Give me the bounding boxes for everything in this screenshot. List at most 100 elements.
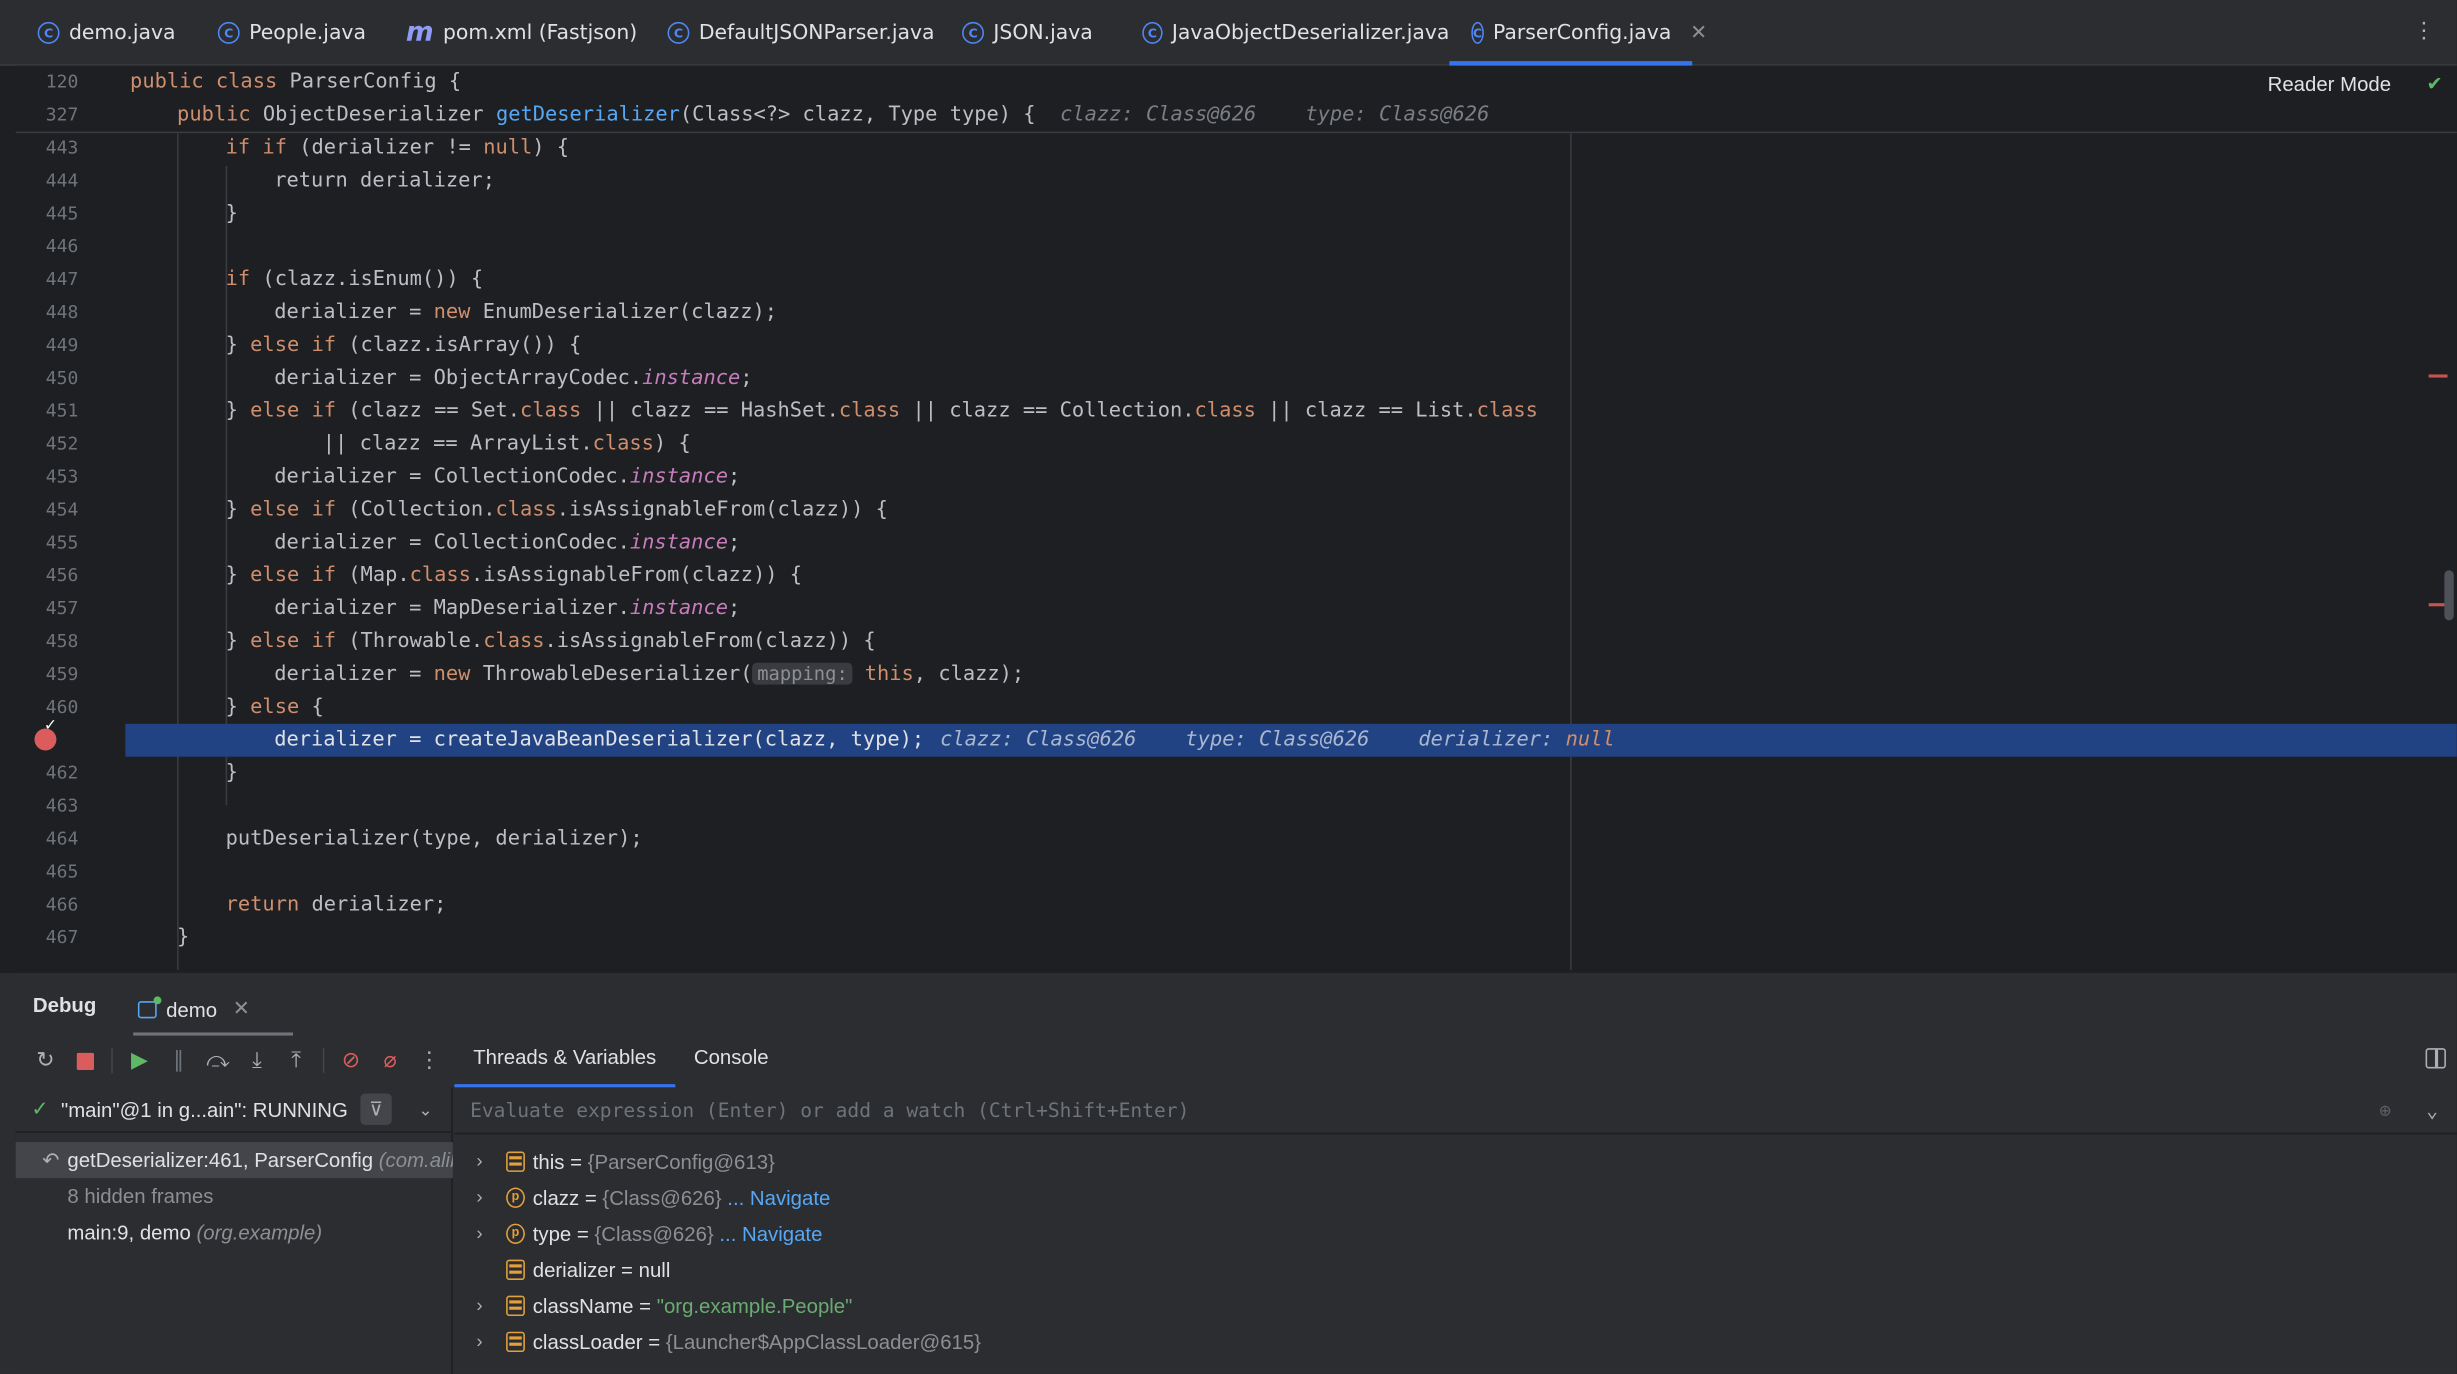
tab-label: JavaObjectDeserializer.java bbox=[1171, 21, 1450, 45]
code-line: 458} else if (Throwable.class.isAssignab… bbox=[45, 629, 876, 654]
class-icon: C bbox=[962, 21, 985, 44]
stack-frame[interactable]: ↶ getDeserializer:461, ParserConfig (com.… bbox=[15, 1142, 453, 1179]
error-stripe-mark[interactable] bbox=[2428, 374, 2448, 378]
more-options-icon[interactable]: ⋮ bbox=[417, 1048, 442, 1073]
expand-icon: › bbox=[476, 1222, 483, 1244]
evaluate-expression-input[interactable]: Evaluate expression (Enter) or add a wat… bbox=[454, 1087, 2457, 1135]
navigate-link: ... Navigate bbox=[719, 1222, 823, 1246]
tab-label: People.java bbox=[249, 21, 366, 45]
expand-icon: › bbox=[476, 1185, 483, 1208]
expand-icon: › bbox=[476, 1330, 483, 1353]
field-icon bbox=[506, 1295, 525, 1317]
code-line: 448 derializer = new EnumDeserializer(cla… bbox=[45, 300, 778, 325]
code-line: 444 return derializer; bbox=[45, 169, 495, 193]
tab-label: ParserConfig.java bbox=[1493, 21, 1672, 45]
parameter-icon: p bbox=[506, 1223, 525, 1244]
return-arrow-icon: ↶ bbox=[42, 1148, 60, 1172]
close-icon[interactable]: ✕ bbox=[233, 996, 250, 1021]
code-line: 446 bbox=[45, 235, 79, 257]
code-line: 459 derializer = new ThrowableDeserialize… bbox=[45, 662, 1025, 687]
divider bbox=[111, 1048, 113, 1074]
frames-panel: ✓ "main"@1 in g...ain": RUNNING ⊽ ⌄ ↶ get… bbox=[15, 1087, 453, 1374]
editor-scrollbar[interactable] bbox=[2444, 570, 2454, 621]
close-icon[interactable]: ✕ bbox=[1690, 21, 1707, 45]
tab-console[interactable]: Console bbox=[694, 1045, 769, 1069]
view-breakpoints-icon[interactable]: ⊘ bbox=[338, 1048, 363, 1073]
stop-icon[interactable] bbox=[72, 1048, 97, 1073]
code-line: 449} else if (clazz.isArray()) { bbox=[45, 333, 582, 358]
code-line: 447 if (clazz.isEnum()) { bbox=[45, 267, 484, 292]
expand-icon: › bbox=[476, 1149, 483, 1172]
filter-icon[interactable]: ⊽ bbox=[360, 1093, 392, 1125]
tab-json-java[interactable]: C JSON.java bbox=[940, 0, 1120, 66]
code-line: 456} else if (Map.class.isAssignableFrom… bbox=[45, 564, 803, 588]
code-line: 120 public class ParserConfig { bbox=[45, 70, 462, 95]
debug-subtabs: Threads & Variables Console bbox=[454, 1045, 769, 1088]
sticky-scope-header: 120 public class ParserConfig { 327 public… bbox=[15, 65, 2457, 134]
class-icon: C bbox=[667, 21, 690, 44]
code-line: 466 return derializer; bbox=[45, 893, 447, 917]
tab-label: demo.java bbox=[68, 21, 176, 45]
code-line: 464 putDeserializer(type, derializer); bbox=[45, 827, 643, 851]
code-line: 451} else if (clazz == Set.class || claz… bbox=[45, 399, 1538, 424]
code-line: 445} bbox=[45, 202, 238, 226]
divider bbox=[322, 1048, 325, 1074]
code-line: 463 bbox=[45, 794, 79, 817]
current-execution-line: derializer = createJavaBeanDeserializer(… bbox=[125, 723, 2457, 757]
code-line: 457 derializer = MapDeserializer.instance… bbox=[45, 596, 741, 621]
class-icon: C bbox=[217, 21, 240, 44]
breakpoint-icon[interactable] bbox=[34, 718, 57, 751]
session-tab-demo[interactable]: demo ✕ bbox=[133, 985, 295, 1036]
code-line: 460} else { bbox=[45, 695, 324, 720]
class-icon: C bbox=[37, 21, 60, 44]
class-icon: C bbox=[1142, 21, 1163, 44]
running-check-icon: ✓ bbox=[31, 1096, 49, 1121]
step-into-icon[interactable]: ⤓ bbox=[244, 1048, 269, 1073]
parameter-icon: p bbox=[506, 1187, 525, 1208]
tab-label: DefaultJSONParser.java bbox=[698, 21, 935, 45]
chevron-down-icon[interactable]: ⌄ bbox=[2426, 1087, 2438, 1134]
tab-threads-variables[interactable]: Threads & Variables bbox=[454, 1045, 675, 1088]
tab-parserconfig-java[interactable]: C ParserConfig.java ✕ bbox=[1449, 0, 1707, 66]
maven-icon: m bbox=[405, 17, 434, 49]
chevron-down-icon[interactable]: ⌄ bbox=[418, 1099, 432, 1120]
thread-label: "main"@1 in g...ain": RUNNING bbox=[60, 1097, 348, 1121]
layout-settings-icon[interactable] bbox=[2425, 1048, 2446, 1069]
code-line: 327 public ObjectDeserializer getDeserial… bbox=[45, 103, 1490, 127]
step-over-icon[interactable]: ⤼ bbox=[205, 1048, 230, 1073]
expand-icon: › bbox=[476, 1294, 483, 1317]
tab-pom-xml[interactable]: m pom.xml (Fastjson) bbox=[384, 0, 643, 66]
code-line: 452 || clazz == ArrayList.class) { bbox=[45, 432, 691, 456]
field-icon bbox=[506, 1151, 525, 1172]
code-line: 467} bbox=[45, 925, 190, 950]
add-watch-icon[interactable]: ⊕ bbox=[2379, 1087, 2391, 1134]
run-config-icon bbox=[137, 995, 162, 1018]
tab-defaultjsonparser-java[interactable]: C DefaultJSONParser.java bbox=[646, 0, 941, 66]
code-line: 465 bbox=[45, 860, 79, 883]
mute-breakpoints-icon[interactable]: ⌀ bbox=[378, 1048, 403, 1073]
debug-tool-window: Debug demo ✕ ↻ ▶ ∥ ⤼ ⤓ ⤒ ⊘ ⌀ ⋮ Threads &… bbox=[0, 971, 2457, 1374]
reader-mode-button[interactable]: Reader Mode bbox=[2268, 72, 2391, 96]
class-icon: C bbox=[1471, 21, 1484, 44]
resume-icon[interactable]: ▶ bbox=[127, 1048, 152, 1073]
inspection-ok-icon[interactable]: ✔ bbox=[2428, 71, 2441, 96]
variables-panel: Evaluate expression (Enter) or add a wat… bbox=[454, 1087, 2457, 1374]
tab-label: JSON.java bbox=[993, 21, 1093, 45]
tab-javaobjectdeserializer-java[interactable]: C JavaObjectDeserializer.java bbox=[1120, 0, 1449, 66]
code-editor[interactable]: 443 if if (derializer != null) { 444 retur… bbox=[15, 65, 2457, 970]
hidden-frames[interactable]: 8 hidden frames bbox=[16, 1178, 453, 1214]
field-icon bbox=[506, 1331, 525, 1353]
thread-selector[interactable]: ✓ "main"@1 in g...ain": RUNNING ⊽ ⌄ bbox=[15, 1087, 453, 1133]
tab-people-java[interactable]: C People.java bbox=[196, 0, 381, 66]
stack-frame[interactable]: main:9, demo (org.example) bbox=[16, 1214, 453, 1250]
step-out-icon[interactable]: ⤒ bbox=[284, 1048, 309, 1073]
rerun-icon[interactable]: ↻ bbox=[33, 1048, 58, 1073]
pause-icon[interactable]: ∥ bbox=[166, 1048, 191, 1073]
navigate-link: ... Navigate bbox=[727, 1185, 831, 1210]
code-line: 455 derializer = CollectionCodec.instance… bbox=[45, 531, 741, 555]
more-tabs-icon[interactable]: ⋮ bbox=[2413, 19, 2435, 44]
parameter-hint: mapping: bbox=[752, 662, 853, 685]
tab-demo-java[interactable]: Cdemo.java bbox=[16, 0, 196, 66]
code-line: 443 if if (derializer != null) { bbox=[45, 136, 570, 160]
debug-toolbar: ↻ ▶ ∥ ⤼ ⤓ ⤒ ⊘ ⌀ ⋮ bbox=[33, 1043, 442, 1077]
